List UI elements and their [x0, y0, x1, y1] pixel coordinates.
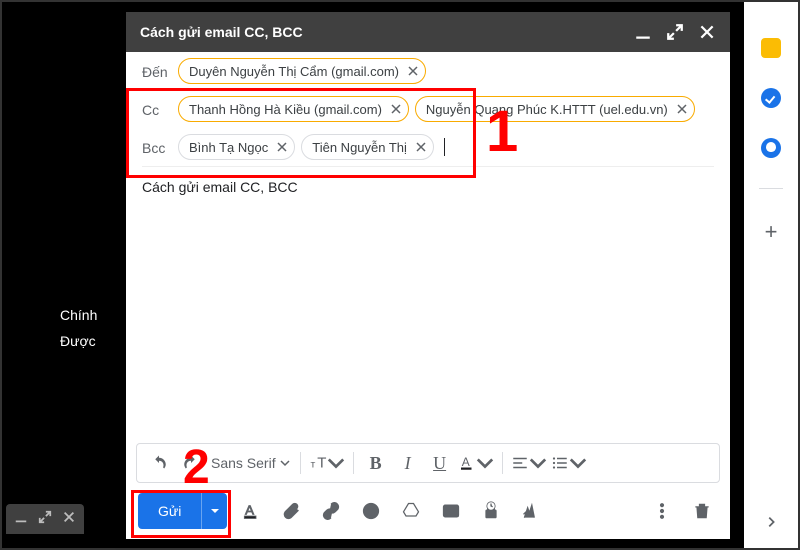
text-cursor: [444, 138, 445, 156]
svg-text:T: T: [317, 455, 326, 472]
svg-text:т: т: [310, 459, 315, 471]
svg-text:A: A: [246, 502, 255, 517]
bcc-row[interactable]: Bcc Bình Tạ Ngọc Tiên Nguyễn Thị: [142, 128, 714, 166]
formatting-toggle-icon[interactable]: A: [235, 495, 267, 527]
background-mail-categories: Chính Được: [60, 302, 97, 354]
underline-icon[interactable]: U: [426, 449, 454, 477]
minimize-icon[interactable]: [14, 510, 28, 529]
remove-chip-icon[interactable]: [674, 101, 690, 117]
close-icon[interactable]: [698, 23, 716, 41]
remove-chip-icon[interactable]: [413, 139, 429, 155]
italic-icon[interactable]: I: [394, 449, 422, 477]
list-icon[interactable]: [551, 449, 587, 477]
minimize-icon[interactable]: [634, 23, 652, 41]
keep-icon[interactable]: [761, 38, 781, 58]
format-toolbar: Sans Serif тT B I U A: [136, 443, 720, 483]
chip-label: Thanh Hồng Hà Kiều (gmail.com): [189, 102, 382, 117]
chevron-down-icon: [569, 454, 587, 472]
minimized-window-bar[interactable]: [6, 504, 84, 534]
chevron-down-icon: [280, 458, 290, 468]
confidential-icon[interactable]: [475, 495, 507, 527]
more-options-icon[interactable]: [646, 495, 678, 527]
fullscreen-icon[interactable]: [666, 23, 684, 41]
annotation-label-1: 1: [486, 98, 518, 165]
compose-window: Cách gửi email CC, BCC Đến Duyên Nguyễn …: [126, 12, 730, 539]
compose-title-bar[interactable]: Cách gửi email CC, BCC: [126, 12, 730, 52]
side-panel: +: [744, 2, 798, 548]
divider: [759, 188, 783, 189]
signature-icon[interactable]: [515, 495, 547, 527]
tasks-icon[interactable]: [761, 88, 781, 108]
bcc-label: Bcc: [142, 134, 178, 156]
send-options-dropdown[interactable]: [201, 493, 227, 529]
svg-text:A: A: [461, 455, 469, 469]
recipient-chip[interactable]: Tiên Nguyễn Thị: [301, 134, 434, 160]
chip-label: Nguyễn Quang Phúc K.HTTT (uel.edu.vn): [426, 102, 668, 117]
contacts-icon[interactable]: [761, 138, 781, 158]
annotation-label-2: 2: [183, 440, 210, 495]
link-icon[interactable]: [315, 495, 347, 527]
remove-chip-icon[interactable]: [274, 139, 290, 155]
add-addon-icon[interactable]: +: [765, 219, 778, 245]
attach-icon[interactable]: [275, 495, 307, 527]
discard-icon[interactable]: [686, 495, 718, 527]
chevron-down-icon: [529, 454, 547, 472]
close-icon[interactable]: [62, 510, 76, 529]
to-label: Đến: [142, 58, 178, 80]
emoji-icon[interactable]: [355, 495, 387, 527]
recipient-chip[interactable]: Nguyễn Quang Phúc K.HTTT (uel.edu.vn): [415, 96, 695, 122]
chip-label: Bình Tạ Ngọc: [189, 140, 268, 155]
compose-body[interactable]: [126, 207, 730, 443]
chevron-down-icon: [476, 454, 494, 472]
to-row[interactable]: Đến Duyên Nguyễn Thị Cẩm (gmail.com): [142, 52, 714, 90]
chevron-down-icon: [327, 454, 345, 472]
recipient-chip[interactable]: Bình Tạ Ngọc: [178, 134, 295, 160]
undo-icon[interactable]: [145, 449, 173, 477]
font-selector[interactable]: Sans Serif: [209, 455, 292, 471]
recipient-chip[interactable]: Thanh Hồng Hà Kiều (gmail.com): [178, 96, 409, 122]
remove-chip-icon[interactable]: [388, 101, 404, 117]
font-name: Sans Serif: [211, 455, 276, 471]
text-color-icon[interactable]: A: [458, 449, 494, 477]
compose-actions-bar: Gửi A: [126, 483, 730, 539]
remove-chip-icon[interactable]: [405, 63, 421, 79]
bold-icon[interactable]: B: [362, 449, 390, 477]
image-icon[interactable]: [435, 495, 467, 527]
collapse-panel-icon[interactable]: [764, 515, 778, 534]
expand-icon[interactable]: [38, 510, 52, 529]
drive-icon[interactable]: [395, 495, 427, 527]
align-icon[interactable]: [511, 449, 547, 477]
chip-label: Duyên Nguyễn Thị Cẩm (gmail.com): [189, 64, 399, 79]
font-size-icon[interactable]: тT: [309, 449, 345, 477]
send-button[interactable]: Gửi: [138, 493, 227, 529]
compose-title: Cách gửi email CC, BCC: [140, 24, 303, 40]
cc-row[interactable]: Cc Thanh Hồng Hà Kiều (gmail.com) Nguyễn…: [142, 90, 714, 128]
cc-label: Cc: [142, 96, 178, 118]
recipient-chip[interactable]: Duyên Nguyễn Thị Cẩm (gmail.com): [178, 58, 426, 84]
chip-label: Tiên Nguyễn Thị: [312, 140, 407, 155]
subject-field[interactable]: Cách gửi email CC, BCC: [126, 167, 730, 207]
send-label[interactable]: Gửi: [138, 493, 201, 529]
